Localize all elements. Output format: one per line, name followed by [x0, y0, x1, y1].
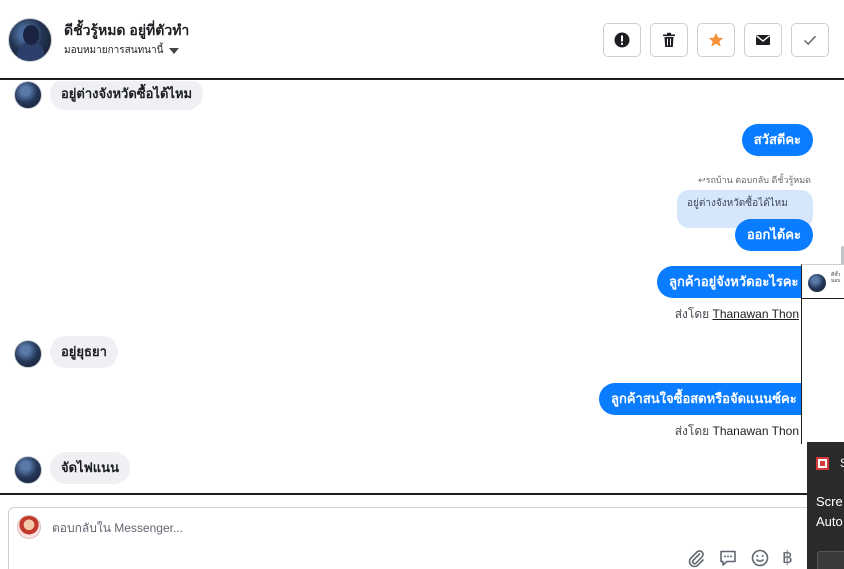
- outgoing-message[interactable]: สวัสดีคะ: [741, 124, 813, 156]
- my-avatar: [17, 515, 41, 539]
- delete-button[interactable]: [650, 23, 688, 57]
- sent-by-label: ส่งโดย Thanawan Thon: [675, 422, 799, 441]
- message-list[interactable]: อยู่ต่างจังหวัดซื้อได้ไหม สวัสดีคะ ↩รถบ้…: [0, 81, 844, 493]
- header-actions: [603, 23, 829, 57]
- sent-by-name[interactable]: Thanawan Thon: [712, 307, 799, 321]
- mark-unread-button[interactable]: [744, 23, 782, 57]
- conversation-header: ดีชั้วรู้หมด อยู่ที่ตัวทำ มอบหมายการสนทน…: [0, 0, 844, 80]
- incoming-message[interactable]: อยู่ต่างจังหวัดซื้อได้ไหม: [50, 81, 204, 110]
- paperclip-icon[interactable]: [686, 548, 706, 568]
- sent-by-name[interactable]: Thanawan Thon: [712, 424, 799, 438]
- contact-avatar[interactable]: [8, 18, 52, 62]
- incoming-message[interactable]: จัดไฟแนน: [50, 452, 130, 484]
- outgoing-message[interactable]: ออกได้คะ: [734, 219, 813, 251]
- chat-bubble-icon[interactable]: [718, 548, 738, 568]
- contact-avatar-small: [14, 340, 42, 368]
- toast-line2: Auto: [816, 514, 843, 529]
- emoji-icon[interactable]: [750, 548, 770, 568]
- toast-action-button[interactable]: [817, 551, 844, 569]
- contact-avatar-small: [14, 456, 42, 484]
- caret-down-icon: [169, 47, 180, 54]
- toast-line1: Scre: [816, 494, 843, 509]
- popup-avatar: [808, 274, 826, 292]
- outgoing-message[interactable]: ลูกค้าอยู่จังหวัดอะไรคะ: [657, 266, 811, 298]
- star-button[interactable]: [697, 23, 735, 57]
- mark-spam-button[interactable]: [603, 23, 641, 57]
- reply-input[interactable]: [52, 521, 752, 535]
- sent-by-prefix: ส่งโดย: [674, 424, 710, 438]
- toast-title: S: [840, 456, 844, 470]
- reply-meta: ↩รถบ้าน ตอบกลับ ดีชั้วรู้หมด: [698, 175, 811, 185]
- app-icon: [816, 457, 829, 470]
- screenshot-notification[interactable]: S Scre Auto: [807, 442, 844, 569]
- baht-icon[interactable]: ฿: [782, 548, 793, 568]
- sent-by-prefix: ส่งโดย: [674, 307, 710, 321]
- trash-icon: [663, 32, 675, 47]
- alert-icon: [614, 32, 630, 48]
- assign-conversation-dropdown[interactable]: มอบหมายการสนทนานี้: [64, 43, 180, 58]
- popup-title-fragment: ดีชั้ว มอบ: [831, 272, 841, 284]
- star-icon: [708, 32, 724, 47]
- chat-popup-window[interactable]: ดีชั้ว มอบ: [801, 264, 844, 444]
- check-icon: [803, 35, 817, 46]
- popup-header[interactable]: ดีชั้ว มอบ: [802, 265, 844, 299]
- messenger-conversation: ดีชั้วรู้หมด อยู่ที่ตัวทำ มอบหมายการสนทน…: [0, 0, 844, 569]
- assign-label: มอบหมายการสนทนานี้: [64, 45, 164, 56]
- incoming-message[interactable]: อยู่ยุธยา: [50, 336, 118, 368]
- contact-name[interactable]: ดีชั้วรู้หมด อยู่ที่ตัวทำ: [64, 20, 189, 42]
- sent-by-label: ส่งโดย Thanawan Thon: [675, 305, 799, 324]
- outgoing-message[interactable]: ลูกค้าสนใจซื้อสดหรือจัดแนนซ์คะ: [599, 383, 809, 415]
- composer-tools: ฿: [686, 548, 793, 568]
- mark-done-button[interactable]: [791, 23, 829, 57]
- mail-icon: [756, 35, 770, 45]
- contact-avatar-small: [14, 81, 42, 109]
